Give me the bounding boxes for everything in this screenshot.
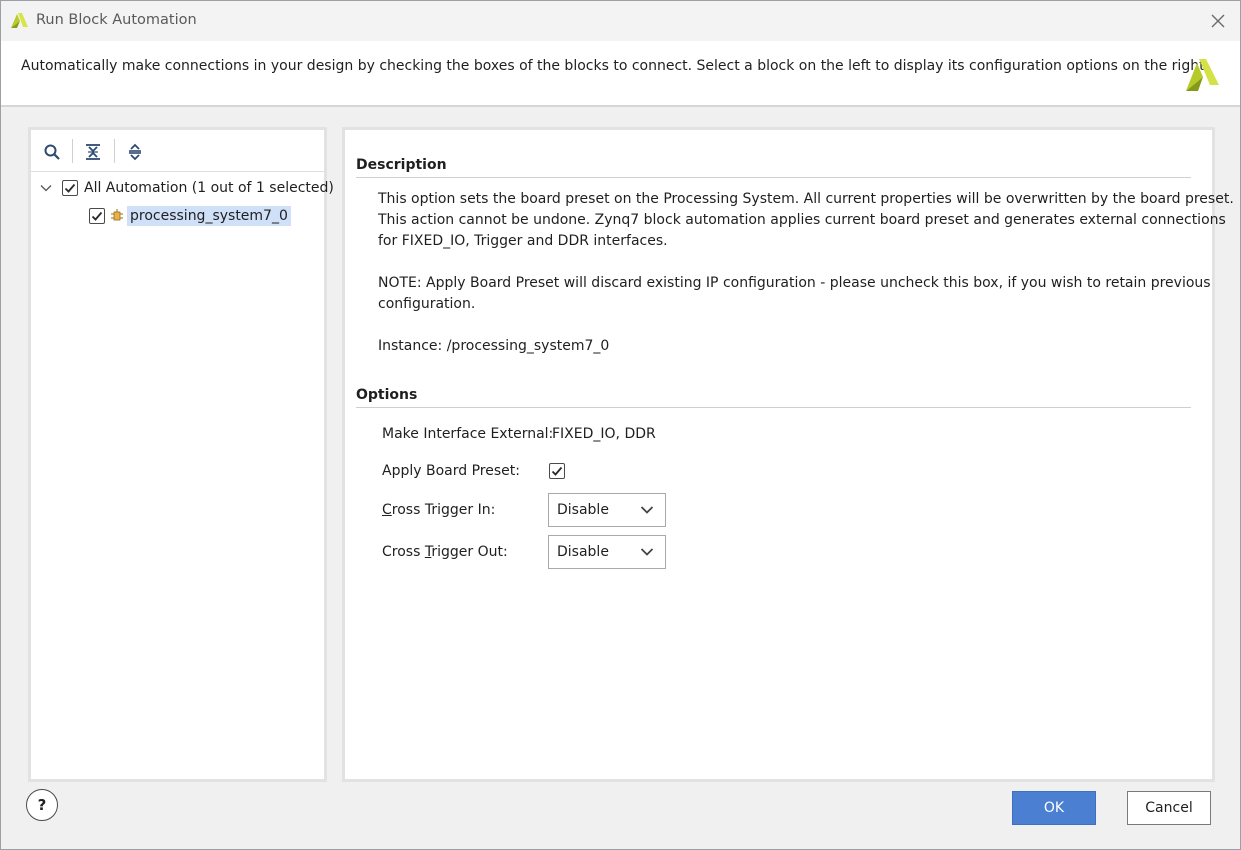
cross-trigger-in-select[interactable]: Disable xyxy=(548,493,666,527)
cross-trigger-out-label-text: rigger Out: xyxy=(431,544,508,560)
close-icon xyxy=(1211,14,1225,28)
tree-root-label: All Automation (1 out of 1 selected) xyxy=(84,180,334,196)
make-interface-external-value: FIXED_IO, DDR xyxy=(552,426,656,442)
help-button[interactable]: ? xyxy=(26,789,58,821)
close-button[interactable] xyxy=(1208,11,1228,31)
description-note: configuration. xyxy=(378,296,476,312)
checkmark-icon xyxy=(551,466,563,476)
description-line: This action cannot be undone. Zynq7 bloc… xyxy=(378,212,1226,228)
description-heading: Description xyxy=(356,157,447,173)
toolbar-separator xyxy=(114,139,115,163)
cross-trigger-in-mnemonic: C xyxy=(382,502,392,518)
xilinx-logo-icon xyxy=(1186,59,1219,91)
cross-trigger-out-label-text: Cross xyxy=(382,544,425,560)
make-interface-external-label: Make Interface External: xyxy=(382,426,554,442)
toolbar-separator xyxy=(72,139,73,163)
instruction-text: Automatically make connections in your d… xyxy=(21,58,1210,74)
expand-all-button[interactable] xyxy=(123,140,147,164)
checkmark-icon xyxy=(64,183,76,193)
ok-button[interactable]: OK xyxy=(1012,791,1096,825)
cross-trigger-out-value: Disable xyxy=(557,544,609,560)
description-line: This option sets the board preset on the… xyxy=(378,191,1234,207)
search-button[interactable] xyxy=(40,140,64,164)
cross-trigger-out-select[interactable]: Disable xyxy=(548,535,666,569)
apply-board-preset-checkbox[interactable] xyxy=(549,463,565,479)
help-icon: ? xyxy=(37,796,47,814)
run-block-automation-dialog: Run Block Automation Automatically make … xyxy=(0,0,1241,850)
all-automation-checkbox[interactable] xyxy=(62,180,78,196)
cross-trigger-in-label-text: ross Trigger In: xyxy=(391,502,496,518)
tree-root-row[interactable]: All Automation (1 out of 1 selected) xyxy=(39,176,334,200)
expand-all-icon xyxy=(129,143,141,161)
instruction-banner: Automatically make connections in your d… xyxy=(1,41,1240,107)
collapse-all-icon xyxy=(86,144,100,160)
options-divider xyxy=(356,407,1191,408)
ip-block-icon xyxy=(111,209,123,221)
cross-trigger-in-label: Cross Trigger In: xyxy=(382,502,495,518)
options-heading: Options xyxy=(356,387,418,403)
description-line: for FIXED_IO, Trigger and DDR interfaces… xyxy=(378,233,668,249)
description-divider xyxy=(356,177,1191,178)
chevron-down-icon xyxy=(640,506,654,514)
tree-toolbar xyxy=(31,130,324,172)
description-note: NOTE: Apply Board Preset will discard ex… xyxy=(378,275,1211,291)
cancel-button[interactable]: Cancel xyxy=(1127,791,1211,825)
tree-item-label: processing_system7_0 xyxy=(127,206,291,226)
collapse-all-button[interactable] xyxy=(81,140,105,164)
cross-trigger-out-label: Cross Trigger Out: xyxy=(382,544,508,560)
configuration-panel: Description This option sets the board p… xyxy=(342,127,1234,782)
title-bar: Run Block Automation xyxy=(1,1,1240,41)
window-title: Run Block Automation xyxy=(36,12,197,28)
apply-board-preset-label: Apply Board Preset: xyxy=(382,463,520,479)
instance-path: Instance: /processing_system7_0 xyxy=(378,338,610,354)
chevron-down-icon[interactable] xyxy=(39,181,53,195)
search-icon xyxy=(44,144,60,160)
vivado-logo-icon xyxy=(11,13,28,28)
cross-trigger-in-value: Disable xyxy=(557,502,609,518)
checkmark-icon xyxy=(91,211,103,221)
processing-system-checkbox[interactable] xyxy=(89,208,105,224)
automation-tree-panel: All Automation (1 out of 1 selected) pro… xyxy=(28,127,334,782)
tree-item-processing-system[interactable]: processing_system7_0 xyxy=(89,204,291,228)
chevron-down-icon xyxy=(640,548,654,556)
